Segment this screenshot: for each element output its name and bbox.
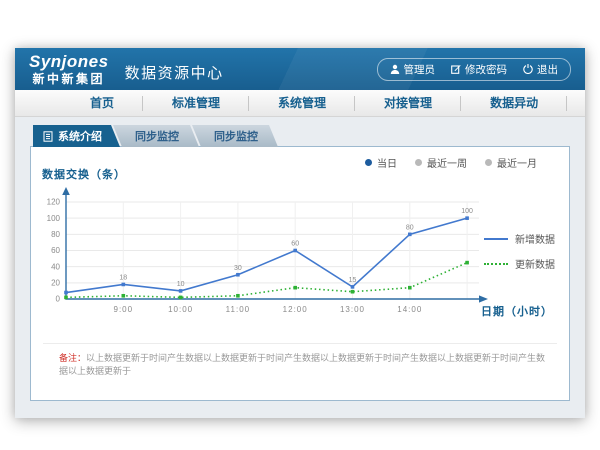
radio-dot-icon [415,159,422,166]
page-title: 数据资源中心 [125,56,224,83]
content-area: 系统介绍 同步监控 同步监控 当日 最近一周 [15,117,585,418]
legend-line-dotted-icon [484,263,508,265]
app-window: Synjones 新中新集团 数据资源中心 管理员 修改密码 退出 首页 标准管… [15,48,585,418]
range-filter-group: 当日 最近一周 最近一月 [365,155,537,170]
tab-system-intro[interactable]: 系统介绍 [33,125,120,147]
change-password-label: 修改密码 [465,62,507,77]
logo-text-en: Synjones [29,53,109,70]
svg-text:18: 18 [119,274,127,281]
filter-label: 当日 [377,155,397,170]
document-icon [43,131,53,142]
chart-panel: 当日 最近一周 最近一月 数据交换（条） 0 20 40 60 80 100 120 9:00… [30,146,570,401]
filter-today[interactable]: 当日 [365,155,397,170]
svg-text:12:00: 12:00 [283,305,308,314]
logout-button[interactable]: 退出 [523,62,558,77]
svg-text:14:00: 14:00 [397,305,422,314]
svg-text:11:00: 11:00 [226,305,250,314]
legend-item-update-data: 更新数据 [484,256,555,271]
legend-line-solid-icon [484,238,508,240]
radio-dot-icon [485,159,492,166]
nav-item-system-mgmt[interactable]: 系统管理 [249,90,355,117]
svg-text:10: 10 [177,281,185,288]
nav-item-interface-mgmt[interactable]: 对接管理 [355,90,461,117]
radio-dot-icon [365,159,372,166]
line-chart-svg: 0 20 40 60 80 100 120 9:00 10:00 11:00 12:00 13:00 1… [31,185,493,327]
chart-legend: 新增数据 更新数据 [484,231,555,271]
nav-item-standard-mgmt[interactable]: 标准管理 [143,90,249,117]
svg-text:30: 30 [234,265,242,272]
edit-icon [451,64,461,74]
power-icon [523,64,533,74]
change-password-button[interactable]: 修改密码 [451,62,507,77]
tab-sync-monitor-1[interactable]: 同步监控 [113,125,199,147]
footnote-label: 备注： [59,353,86,363]
legend-label: 新增数据 [515,231,555,246]
tab-label: 系统介绍 [58,128,102,144]
svg-text:80: 80 [51,230,60,239]
svg-text:80: 80 [406,224,414,231]
legend-item-new-data: 新增数据 [484,231,555,246]
nav-item-home[interactable]: 首页 [61,90,143,117]
logo-text-cn: 新中新集团 [29,73,109,85]
filter-last-week[interactable]: 最近一周 [415,155,467,170]
svg-text:40: 40 [51,262,60,271]
svg-text:120: 120 [47,198,61,207]
tab-sync-monitor-2[interactable]: 同步监控 [192,125,278,147]
filter-label: 最近一周 [427,155,467,170]
svg-text:10:00: 10:00 [168,305,193,314]
user-menu: 管理员 修改密码 退出 [377,58,572,81]
legend-label: 更新数据 [515,256,555,271]
svg-text:100: 100 [461,208,473,215]
y-axis-title: 数据交换（条） [42,166,126,182]
svg-text:60: 60 [291,241,299,248]
svg-text:60: 60 [51,246,60,255]
svg-text:100: 100 [47,214,61,223]
note-divider [43,343,557,344]
app-header: Synjones 新中新集团 数据资源中心 管理员 修改密码 退出 [15,48,585,90]
user-icon [390,64,400,74]
footnote-text: 以上数据更新于时间产生数据以上数据更新于时间产生数据以上数据更新于时间产生数据以… [59,353,545,376]
x-axis-title: 日期（小时） [481,303,553,319]
logout-label: 退出 [537,62,558,77]
filter-label: 最近一月 [497,155,537,170]
nav-item-data-change[interactable]: 数据异动 [461,90,567,117]
svg-text:0: 0 [56,295,61,304]
footnote: 备注：以上数据更新于时间产生数据以上数据更新于时间产生数据以上数据更新于时间产生… [59,352,551,378]
current-user[interactable]: 管理员 [390,62,436,77]
svg-text:15: 15 [349,277,357,284]
filter-last-month[interactable]: 最近一月 [485,155,537,170]
tab-label: 同步监控 [214,128,258,144]
main-nav: 首页 标准管理 系统管理 对接管理 数据异动 [15,90,585,117]
tab-bar: 系统介绍 同步监控 同步监控 [33,125,278,147]
svg-text:9:00: 9:00 [114,305,134,314]
svg-text:20: 20 [51,278,60,287]
synjones-logo[interactable]: Synjones 新中新集团 [29,53,109,85]
tab-label: 同步监控 [135,128,179,144]
current-user-label: 管理员 [404,62,436,77]
svg-text:13:00: 13:00 [340,305,365,314]
